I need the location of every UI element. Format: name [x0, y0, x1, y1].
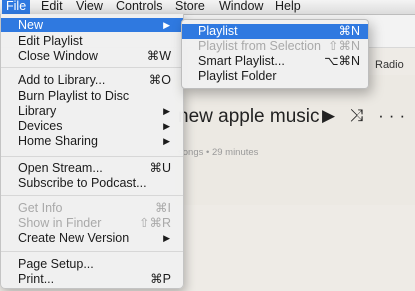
file-menu: New ▶ Edit Playlist Close Window ⌘W Add … [0, 14, 184, 289]
menu-item-page-setup[interactable]: Page Setup... [1, 257, 183, 271]
menu-item-home-sharing[interactable]: Home Sharing ▶ [1, 134, 183, 148]
shortcut: ⌘P [150, 272, 171, 286]
menu-separator [1, 67, 183, 68]
menu-item-label: Get Info [18, 201, 63, 215]
menu-item-label: Home Sharing [18, 134, 98, 148]
menu-item-label: Close Window [18, 49, 98, 63]
submenu-arrow-icon: ▶ [163, 233, 170, 243]
menu-item-print[interactable]: Print... ⌘P [1, 272, 183, 286]
menu-item-label: Playlist from Selection [198, 39, 321, 53]
submenu-arrow-icon: ▶ [163, 136, 170, 146]
menubar-edit[interactable]: Edit [37, 0, 67, 14]
submenu-item-playlist[interactable]: Playlist ⌘N [182, 24, 368, 39]
menubar-view[interactable]: View [72, 0, 107, 14]
menu-item-label: Show in Finder [18, 216, 102, 230]
menu-item-create-new-version[interactable]: Create New Version ▶ [1, 231, 183, 245]
menu-item-label: Playlist Folder [198, 69, 277, 83]
submenu-arrow-icon: ▶ [163, 20, 170, 30]
menu-item-add-to-library[interactable]: Add to Library... ⌘O [1, 73, 183, 87]
menu-item-burn-playlist[interactable]: Burn Playlist to Disc [1, 89, 183, 103]
menu-item-label: Subscribe to Podcast... [18, 176, 147, 190]
menu-item-label: Smart Playlist... [198, 54, 285, 68]
menu-item-library[interactable]: Library ▶ [1, 104, 183, 118]
menu-separator [1, 251, 183, 252]
menu-item-label: New [18, 18, 44, 32]
submenu-item-playlist-from-selection[interactable]: Playlist from Selection ⇧⌘N [182, 39, 368, 54]
playlist-controls[interactable]: ▶ ⤨ ··· [322, 106, 410, 126]
shortcut: ⇧⌘N [327, 39, 360, 53]
menu-item-label: Open Stream... [18, 161, 103, 175]
menu-item-label: Create New Version [18, 231, 130, 245]
shortcut: ⌘N [338, 24, 360, 38]
menubar-store[interactable]: Store [171, 0, 209, 14]
menu-item-label: Burn Playlist to Disc [18, 89, 130, 103]
menu-item-close-window[interactable]: Close Window ⌘W [1, 49, 183, 63]
menu-item-label: Add to Library... [18, 73, 106, 87]
submenu-arrow-icon: ▶ [163, 121, 170, 131]
menu-item-get-info[interactable]: Get Info ⌘I [1, 201, 183, 215]
menu-item-label: Edit Playlist [18, 34, 83, 48]
new-submenu: Playlist ⌘N Playlist from Selection ⇧⌘N … [181, 19, 369, 89]
menu-item-devices[interactable]: Devices ▶ [1, 119, 183, 133]
menu-item-label: Devices [18, 119, 63, 133]
shortcut: ⌥⌘N [324, 54, 360, 68]
menu-item-subscribe-podcast[interactable]: Subscribe to Podcast... [1, 176, 183, 190]
submenu-item-smart-playlist[interactable]: Smart Playlist... ⌥⌘N [182, 54, 368, 69]
menu-item-edit-playlist[interactable]: Edit Playlist [1, 34, 183, 48]
menu-item-label: Library [18, 104, 57, 118]
playlist-title: new apple music [178, 106, 320, 127]
menu-item-label: Page Setup... [18, 257, 94, 271]
menubar-help[interactable]: Help [271, 0, 305, 14]
menubar-file[interactable]: File [2, 0, 31, 14]
menu-item-label: Playlist [198, 24, 238, 38]
menu-item-open-stream[interactable]: Open Stream... ⌘U [1, 161, 183, 175]
menu-separator [1, 195, 183, 196]
menubar-window[interactable]: Window [215, 0, 267, 14]
menu-item-label: Print... [18, 272, 55, 286]
shortcut: ⌘O [148, 73, 171, 87]
shortcut: ⌘U [149, 161, 171, 175]
shortcut: ⌘I [155, 201, 171, 215]
submenu-item-playlist-folder[interactable]: Playlist Folder [182, 69, 368, 84]
tab-radio[interactable]: Radio [368, 56, 415, 74]
menubar-controls[interactable]: Controls [112, 0, 167, 14]
menu-item-new[interactable]: New ▶ [1, 18, 183, 32]
menu-bar: File Edit View Controls Store Window Hel… [0, 0, 415, 15]
shortcut: ⇧⌘R [138, 216, 171, 230]
submenu-arrow-icon: ▶ [163, 106, 170, 116]
menu-separator [1, 156, 183, 157]
shortcut: ⌘W [146, 49, 171, 63]
playlist-header-band [175, 75, 415, 205]
playlist-meta: songs • 29 minutes [178, 147, 259, 158]
menu-item-show-in-finder[interactable]: Show in Finder ⇧⌘R [1, 216, 183, 230]
